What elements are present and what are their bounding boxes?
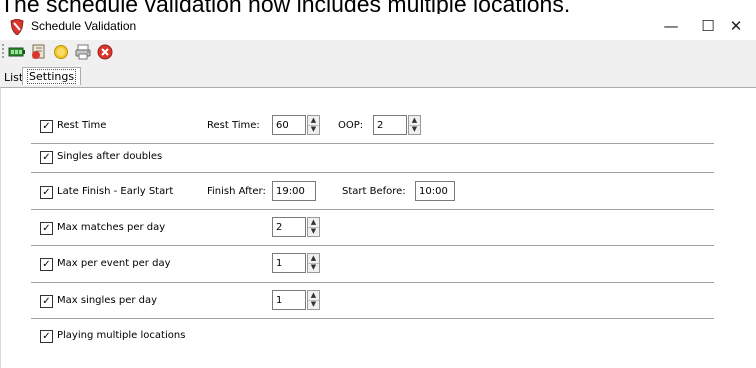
close-button[interactable]: ✕ <box>716 14 756 40</box>
spin-down-icon[interactable]: ▼ <box>308 125 319 134</box>
finish-after-input[interactable]: 19:00 <box>272 181 316 201</box>
tab-settings[interactable]: Settings <box>22 67 82 85</box>
singles-after-doubles-label: Singles after doubles <box>57 151 163 162</box>
oop-spinner[interactable]: ▲ ▼ <box>408 115 421 135</box>
battery-icon[interactable] <box>8 43 26 61</box>
max-per-event-input[interactable]: 1 <box>272 253 306 273</box>
window-title: Schedule Validation <box>31 19 137 33</box>
max-matches-label: Max matches per day <box>57 222 166 233</box>
max-per-event-spinner[interactable]: ▲ ▼ <box>307 253 320 273</box>
late-finish-checkbox[interactable]: ✓ <box>40 186 53 199</box>
max-singles-checkbox[interactable]: ✓ <box>40 295 53 308</box>
max-singles-spinner[interactable]: ▲ ▼ <box>307 290 320 310</box>
divider <box>31 143 714 144</box>
coin-icon[interactable] <box>52 43 70 61</box>
toolbar <box>0 40 756 64</box>
singles-after-doubles-checkbox[interactable]: ✓ <box>40 151 53 164</box>
tab-list[interactable]: List <box>4 71 23 84</box>
divider <box>31 209 714 210</box>
divider <box>31 318 714 319</box>
start-before-input[interactable]: 10:00 <box>415 181 455 201</box>
toolbar-grip[interactable] <box>2 44 6 58</box>
max-per-event-label: Max per event per day <box>57 258 171 269</box>
title-bar: Schedule Validation — ☐ ✕ <box>0 14 756 40</box>
cancel-icon[interactable] <box>96 43 114 61</box>
schedule-validation-window: Schedule Validation — ☐ ✕ List Settings … <box>0 14 756 368</box>
max-matches-spinner[interactable]: ▲ ▼ <box>307 217 320 237</box>
divider <box>31 245 714 246</box>
oop-input[interactable]: 2 <box>373 115 407 135</box>
settings-panel: ✓ Rest Time Rest Time: 60 ▲ ▼ OOP: 2 ▲ ▼… <box>0 87 756 368</box>
spin-down-icon[interactable]: ▼ <box>409 125 420 134</box>
late-finish-label: Late Finish - Early Start <box>57 186 174 197</box>
rest-time-checkbox[interactable]: ✓ <box>40 120 53 133</box>
printer-icon[interactable] <box>74 43 92 61</box>
max-matches-checkbox[interactable]: ✓ <box>40 222 53 235</box>
tab-settings-label: Settings <box>26 69 77 84</box>
finish-after-label: Finish After: <box>207 186 266 197</box>
max-singles-label: Max singles per day <box>57 295 158 306</box>
rest-time-input[interactable]: 60 <box>272 115 306 135</box>
script-icon[interactable] <box>30 43 48 61</box>
rest-time-field-label: Rest Time: <box>207 120 260 131</box>
start-before-label: Start Before: <box>342 186 406 197</box>
max-matches-input[interactable]: 2 <box>272 217 306 237</box>
spin-down-icon[interactable]: ▼ <box>308 300 319 309</box>
max-singles-input[interactable]: 1 <box>272 290 306 310</box>
oop-label: OOP: <box>338 120 364 131</box>
spin-down-icon[interactable]: ▼ <box>308 263 319 272</box>
minimize-button[interactable]: — <box>651 14 691 40</box>
divider <box>31 282 714 283</box>
rest-time-label: Rest Time <box>57 120 107 131</box>
spin-down-icon[interactable]: ▼ <box>308 227 319 236</box>
shield-icon <box>10 18 24 36</box>
multiple-locations-label: Playing multiple locations <box>57 330 186 341</box>
multiple-locations-checkbox[interactable]: ✓ <box>40 330 53 343</box>
max-per-event-checkbox[interactable]: ✓ <box>40 258 53 271</box>
divider <box>31 172 714 173</box>
caption-text: The schedule validation now includes mul… <box>0 0 571 14</box>
rest-time-spinner[interactable]: ▲ ▼ <box>307 115 320 135</box>
